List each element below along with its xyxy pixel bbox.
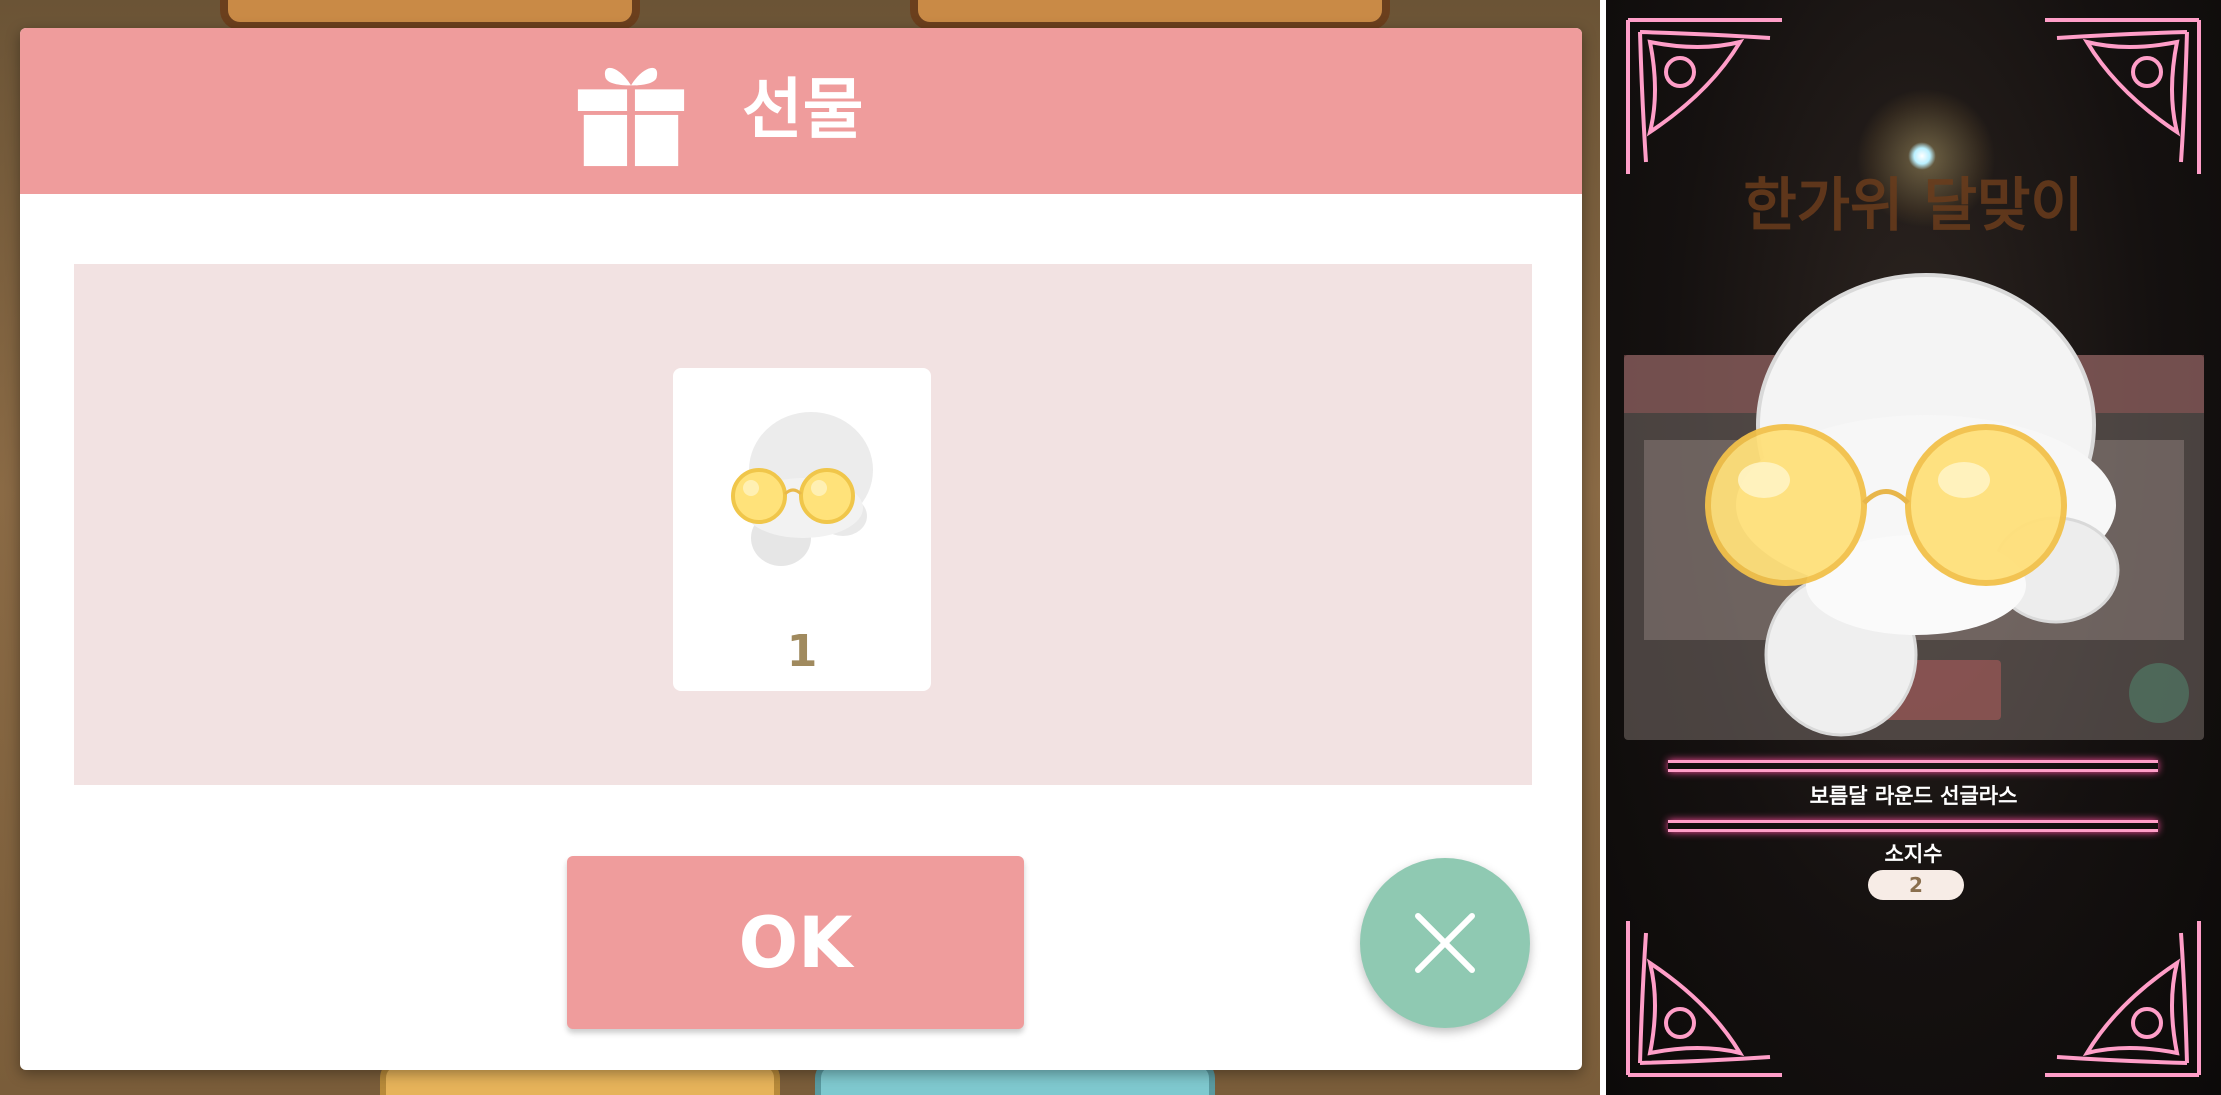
neon-divider	[1668, 820, 2158, 832]
owned-label: 소지수	[1884, 842, 1943, 866]
game-background: 선물 1 OK	[0, 0, 1600, 1095]
close-button[interactable]	[1360, 858, 1530, 1028]
ornament-corner-icon	[2045, 921, 2201, 1077]
dialog-header: 선물	[20, 28, 1582, 194]
item-name: 보름달 라운드 선글라스	[1809, 784, 2018, 808]
reward-item-card[interactable]: 1	[673, 368, 931, 691]
ornament-corner-icon	[2045, 18, 2201, 174]
ornament-corner-icon	[1626, 18, 1782, 174]
item-detail-panel: 한가위 달맞이 보름달 라운드 선글라스 소지수 2	[1606, 0, 2221, 1095]
background-button-decoration	[220, 0, 640, 30]
neon-divider	[1668, 760, 2158, 772]
background-button-decoration	[910, 0, 1390, 30]
round-sunglasses-item-icon	[1705, 273, 2120, 737]
gift-dialog: 선물 1 OK	[20, 28, 1582, 1070]
round-sunglasses-item-icon	[731, 412, 873, 566]
dialog-title: 선물	[742, 71, 864, 148]
item-count: 1	[786, 626, 818, 677]
ok-button[interactable]: OK	[567, 856, 1024, 1029]
close-icon	[1415, 913, 1475, 973]
gift-icon	[577, 67, 685, 167]
ornament-corner-icon	[1626, 921, 1782, 1077]
reward-area: 1	[74, 264, 1532, 785]
owned-count-badge: 2	[1868, 870, 1964, 900]
